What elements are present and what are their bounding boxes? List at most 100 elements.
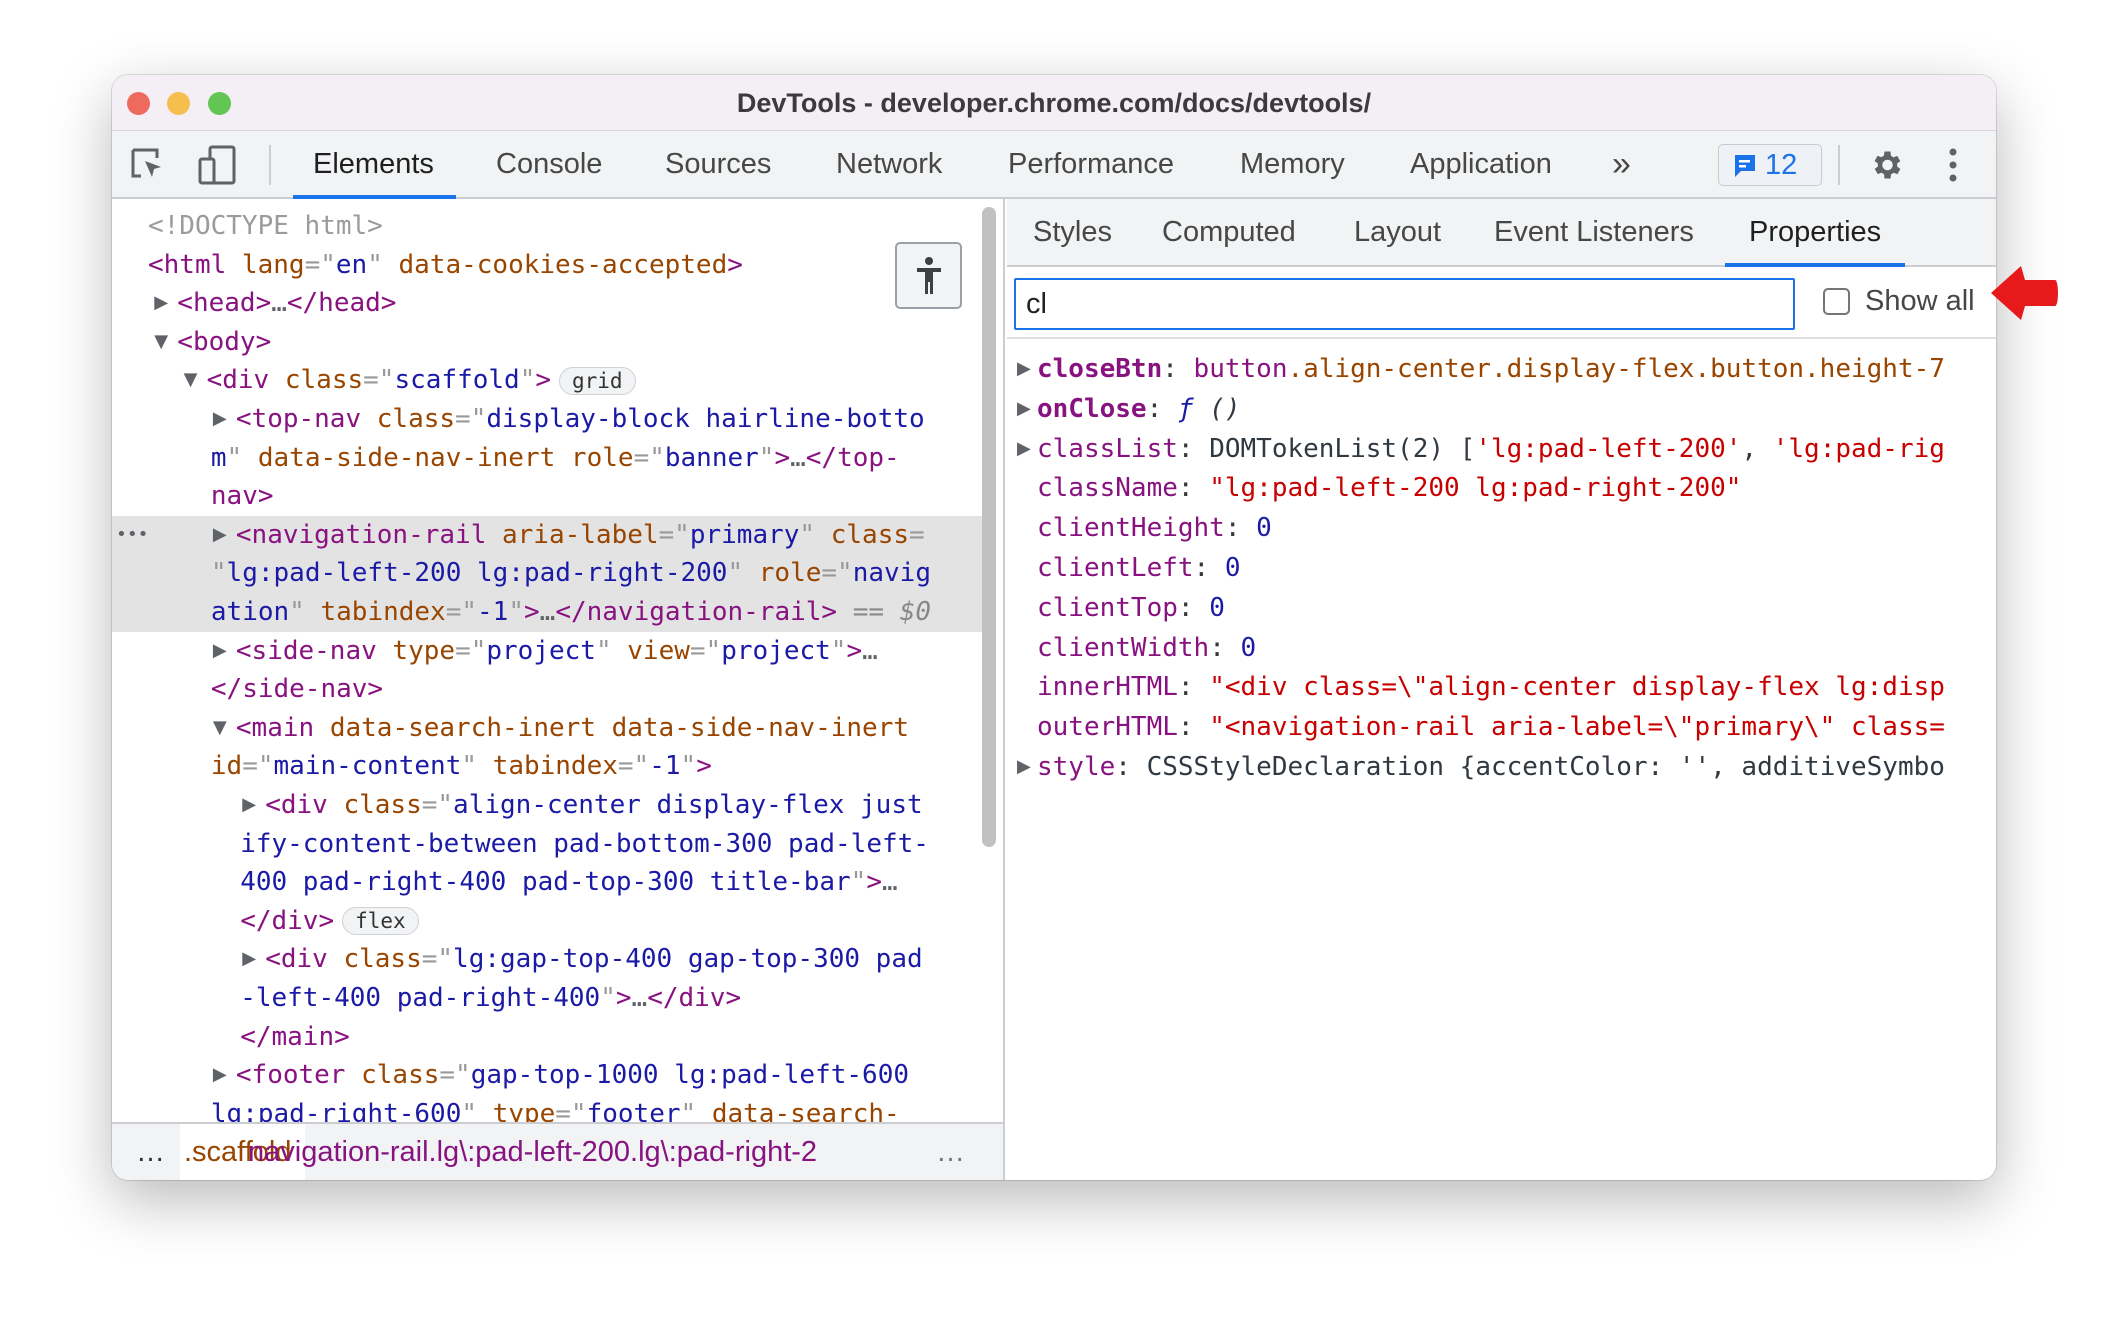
property-row[interactable]: clientTop: 0 [1007,588,1996,628]
show-all-label[interactable]: Show all [1865,283,1975,319]
settings-gear-icon[interactable] [1868,147,1904,183]
expand-triangle-icon[interactable]: ▶ [242,940,256,979]
property-row[interactable]: ▶ style: CSSStyleDeclaration {accentColor… [1007,747,1996,787]
code-token: class [327,790,422,820]
code-token: : [1209,632,1241,663]
zoom-window-button[interactable] [208,92,231,115]
accessibility-tree-button[interactable] [895,242,962,309]
property-row[interactable]: ▶ onClose: ƒ () [1007,389,1996,429]
code-token: " [758,442,775,473]
expand-triangle-icon[interactable]: ▶ [213,516,227,555]
code-token: : [1177,592,1210,623]
code-token: " [461,751,478,782]
code-token: =" [633,442,665,473]
code-token: clientLeft [1037,553,1194,583]
dom-node-line[interactable]: ▶ <div class="align-center display-flex j… [112,786,992,825]
dom-node-line[interactable]: <!DOCTYPE html> [112,207,992,246]
sidebar-tab-event-listeners[interactable]: Event Listeners [1494,199,1694,265]
dom-node-line[interactable]: <html lang="en" data-cookies-accepted> [112,246,992,285]
property-text: innerHTML: "<div class=\"align-center di… [1037,667,1945,707]
expand-triangle-icon[interactable]: ▶ [242,786,256,825]
expand-triangle-icon[interactable]: ▶ [1017,429,1031,469]
expand-triangle-icon[interactable]: ▶ [213,632,227,671]
dom-node-line[interactable]: ▶ <top-nav class="display-block hairline-… [112,400,992,439]
expand-triangle-icon[interactable]: ▶ [213,1056,227,1095]
dom-node-line[interactable]: ▶ <head>…</head> [112,284,992,323]
dom-node-line[interactable]: ▶ <navigation-rail aria-label="primary" c… [112,515,992,555]
dom-node-line[interactable]: ▶ <side-nav type="project" view="project"… [112,632,992,671]
sidebar-tab-properties[interactable]: Properties [1724,199,1906,267]
close-window-button[interactable] [127,92,150,115]
more-options-kebab-icon[interactable] [1947,147,1959,183]
elements-dom-tree[interactable]: <!DOCTYPE html> <html lang="en" data-cook… [112,199,1005,1122]
expand-triangle-icon[interactable]: ▶ [1017,747,1031,787]
properties-filter-input[interactable] [1014,278,1795,330]
expand-triangle-icon[interactable]: ▶ [1017,389,1031,429]
dom-node-line[interactable]: </main> [112,1018,992,1057]
property-row[interactable]: clientWidth: 0 [1007,628,1996,668]
selected-node-menu-dots[interactable]: ••• [116,516,149,555]
code-token: main-content [273,751,462,782]
dom-node-line[interactable]: m" data-side-nav-inert role="banner">…</… [112,439,992,478]
dom-node-line[interactable]: ▶ <div class="lg:gap-top-400 gap-top-300 … [112,940,992,979]
dom-node-line[interactable]: 400 pad-right-400 pad-top-300 title-bar"… [112,863,992,902]
dom-node-line[interactable]: nav> [112,477,992,516]
property-row[interactable]: outerHTML: "<navigation-rail aria-label=… [1007,707,1996,747]
dom-node-line[interactable]: ▼ <body> [112,323,992,362]
breadcrumb-item-navigation-rail[interactable]: navigation-rail.lg\:pad-left-200.lg\:pad… [248,1124,816,1180]
property-row[interactable]: ▶ closeBtn: button.align-center.display-f… [1007,349,1996,389]
property-row[interactable]: ▶ classList: DOMTokenList(2) ['lg:pad-lef… [1007,429,1996,469]
tab-application[interactable]: Application [1410,131,1552,197]
code-token: banner [664,442,759,473]
grid-badge[interactable]: grid [559,366,636,395]
tab-memory[interactable]: Memory [1240,131,1345,197]
tab-network[interactable]: Network [836,131,942,197]
inspect-element-icon[interactable] [130,147,166,183]
dom-node-line[interactable]: </side-nav> [112,670,992,709]
tab-sources[interactable]: Sources [665,131,771,197]
tab-elements[interactable]: Elements [293,131,456,199]
dom-node-line[interactable]: ation" tabindex="-1">…</navigation-rail>… [112,593,992,632]
show-all-checkbox[interactable] [1823,288,1850,315]
minimize-window-button[interactable] [167,92,190,115]
dom-node-line[interactable]: </div> flex [112,902,992,941]
issues-button[interactable]: 12 [1718,144,1822,186]
property-row[interactable]: clientLeft: 0 [1007,548,1996,588]
dom-node-line[interactable]: "lg:pad-left-200 lg:pad-right-200" role=… [112,554,992,593]
flex-badge[interactable]: flex [342,907,419,936]
dom-node-line[interactable]: -left-400 pad-right-400">…</div> [112,979,992,1018]
breadcrumb-scroll-left[interactable]: … [136,1124,165,1180]
property-row[interactable]: innerHTML: "<div class=\"align-center di… [1007,667,1996,707]
dom-tree-scrollbar[interactable] [982,207,996,847]
collapse-triangle-icon[interactable]: ▼ [154,323,168,362]
tab-performance[interactable]: Performance [1008,131,1174,197]
collapse-triangle-icon[interactable]: ▼ [184,361,198,400]
dom-node-line[interactable]: ▼ <main data-search-inert data-side-nav-i… [112,709,992,748]
device-toolbar-icon[interactable] [198,145,236,185]
dom-node-text: <div class="lg:gap-top-400 gap-top-300 p… [265,940,922,979]
property-row[interactable]: clientHeight: 0 [1007,508,1996,548]
collapse-triangle-icon[interactable]: ▼ [213,709,227,748]
expand-triangle-icon[interactable]: ▶ [1017,349,1031,389]
expand-triangle-icon[interactable]: ▶ [213,400,227,439]
tab-console[interactable]: Console [496,131,602,197]
sidebar-tab-computed[interactable]: Computed [1162,199,1296,265]
dom-node-line[interactable]: lg:pad-right-600" type="footer" data-sea… [112,1095,992,1122]
more-tabs-button[interactable]: » [1612,131,1631,197]
dom-node-text: id="main-content" tabindex="-1"> [211,747,712,786]
code-token: : [1146,393,1178,424]
dom-node-line[interactable]: ▼ <div class="scaffold"> grid [112,361,992,400]
dom-node-line[interactable]: ▶ <footer class="gap-top-1000 lg:pad-left… [112,1056,992,1095]
code-token: : [1193,553,1225,583]
breadcrumb-scroll-right[interactable]: … [936,1124,965,1180]
code-token: " [508,597,524,627]
property-row[interactable]: className: "lg:pad-left-200 lg:pad-right… [1007,468,1996,508]
sidebar-tab-styles[interactable]: Styles [1033,199,1112,265]
sidebar-tab-layout[interactable]: Layout [1354,199,1441,265]
code-token: project [486,635,596,666]
dom-node-line[interactable]: id="main-content" tabindex="-1"> [112,747,992,786]
code-token: … [271,288,287,319]
expand-triangle-icon[interactable]: ▶ [154,284,168,323]
code-token: : [1224,513,1257,544]
dom-node-line[interactable]: ify-content-between pad-bottom-300 pad-l… [112,825,992,864]
